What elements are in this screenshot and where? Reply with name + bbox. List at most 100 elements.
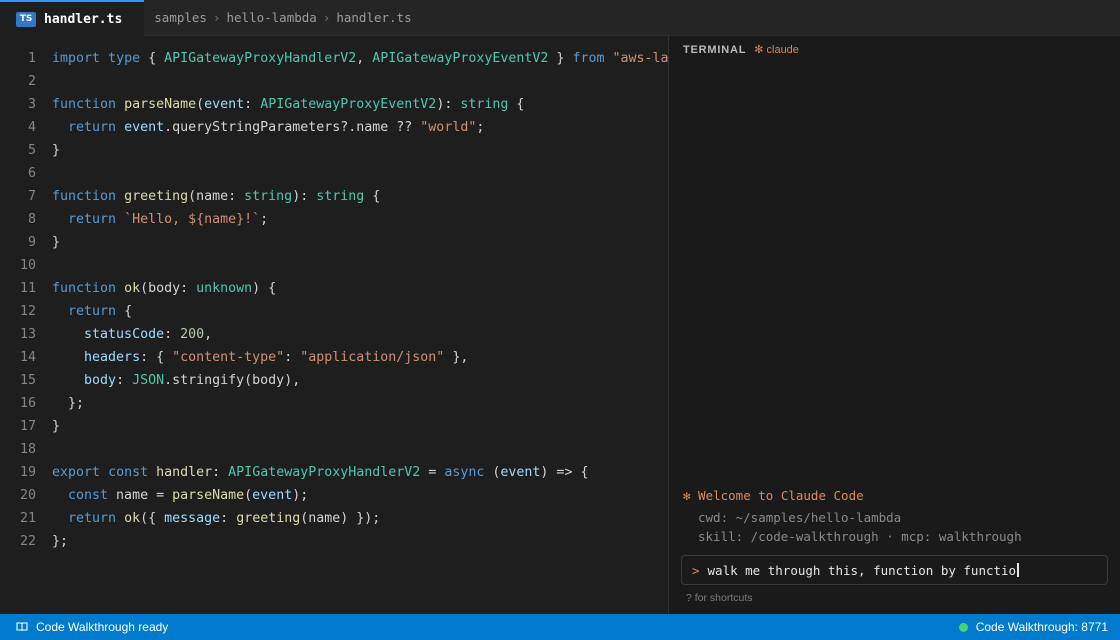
line-number: 13: [19, 327, 36, 342]
code-token: string: [316, 189, 365, 204]
code-token: string: [460, 97, 509, 112]
code-text: body: JSON.stringify(body),: [52, 373, 300, 388]
code-token: JSON: [132, 373, 165, 388]
welcome-message: ✻ Welcome to Claude Code: [683, 488, 864, 503]
code-line[interactable]: 9}: [0, 231, 60, 254]
code-line[interactable]: 11 function ok(body: unknown) {: [0, 277, 276, 300]
code-token: {: [140, 51, 165, 66]
code-token: (: [484, 465, 501, 480]
terminal-panel[interactable]: TERMINAL ✻ claude ✻ Welcome to Claude Co…: [669, 36, 1120, 614]
line-number: 6: [27, 166, 36, 181]
tab-handler-ts[interactable]: TS handler.ts: [0, 0, 145, 36]
prompt-input[interactable]: > walk me through this, function by func…: [681, 555, 1108, 585]
status-left[interactable]: Code Walkthrough ready: [16, 620, 168, 634]
chevron-right-icon: ›: [322, 10, 331, 25]
code-token: ;: [476, 120, 485, 135]
code-token: ):: [436, 97, 461, 112]
code-token: ) {: [252, 281, 277, 296]
code-token: name =: [108, 488, 173, 503]
terminal-session-tag[interactable]: ✻ claude: [754, 43, 799, 56]
line-number: 10: [19, 258, 36, 273]
code-token: function: [52, 97, 117, 112]
code-token: ok: [124, 281, 141, 296]
status-dot-icon: [958, 622, 968, 632]
code-token: ({: [140, 511, 165, 526]
code-text: return event.queryStringParameters?.name…: [52, 120, 484, 135]
line-number: 17: [19, 419, 36, 434]
code-line[interactable]: 16 };: [0, 392, 84, 415]
line-number: 16: [19, 396, 36, 411]
breadcrumb-item[interactable]: handler.ts: [336, 10, 411, 25]
code-token: parseName: [124, 97, 197, 112]
code-line[interactable]: 3 function parseName(event: APIGatewayPro…: [0, 93, 524, 116]
code-editor[interactable]: 1 import type { APIGatewayProxyHandlerV2,…: [0, 36, 668, 614]
code-token: .stringify(body),: [164, 373, 301, 388]
status-right-label: Code Walkthrough: 8771: [975, 620, 1108, 634]
terminal-title[interactable]: TERMINAL: [683, 44, 746, 56]
code-token: event: [204, 97, 245, 112]
breadcrumb-item[interactable]: hello-lambda: [227, 10, 317, 25]
code-line[interactable]: 1 import type { APIGatewayProxyHandlerV2,…: [0, 47, 668, 70]
code-token: "application/json": [300, 350, 445, 365]
code-line[interactable]: 12 return {: [0, 300, 132, 323]
skill-info: skill: /code-walkthrough · mcp: walkthro…: [698, 529, 1022, 544]
code-token: {: [364, 189, 381, 204]
code-token: async: [444, 465, 485, 480]
code-token: APIGatewayProxyEventV2: [260, 97, 437, 112]
code-token: APIGatewayProxyHandlerV2: [228, 465, 421, 480]
code-line[interactable]: 22};: [0, 530, 68, 553]
code-token: handler: [156, 465, 213, 480]
code-token: greeting: [124, 189, 189, 204]
code-token: body: [84, 373, 117, 388]
code-text: function ok(body: unknown) {: [52, 281, 276, 296]
code-line[interactable]: 20 const name = parseName(event);: [0, 484, 308, 507]
code-token: =: [420, 465, 445, 480]
code-token: parseName: [172, 488, 245, 503]
code-line[interactable]: 15 body: JSON.stringify(body),: [0, 369, 300, 392]
code-text: return `Hello, ${name}!`;: [52, 212, 268, 227]
status-right[interactable]: Code Walkthrough: 8771: [958, 620, 1108, 634]
code-token: .queryStringParameters?.name ??: [164, 120, 421, 135]
code-token: type: [108, 51, 141, 66]
code-token: };: [52, 534, 69, 549]
code-line[interactable]: 19 export const handler: APIGatewayProxyH…: [0, 461, 588, 484]
code-token: "world": [420, 120, 477, 135]
code-line[interactable]: 6: [0, 162, 52, 185]
text-cursor: [1017, 563, 1020, 577]
line-number: 1: [27, 51, 36, 66]
code-token: 200: [180, 327, 205, 342]
code-token: ) => {: [540, 465, 589, 480]
code-line[interactable]: 17}: [0, 415, 60, 438]
code-line[interactable]: 7 function greeting(name: string): string…: [0, 185, 380, 208]
code-line[interactable]: 10: [0, 254, 52, 277]
code-token: from: [572, 51, 605, 66]
code-line[interactable]: 21 return ok({ message: greeting(name) }…: [0, 507, 380, 530]
code-token: const: [108, 465, 149, 480]
line-number: 19: [19, 465, 36, 480]
code-line[interactable]: 5}: [0, 139, 60, 162]
code-token: message: [164, 511, 221, 526]
code-line[interactable]: 18: [0, 438, 52, 461]
line-number: 11: [19, 281, 36, 296]
code-line[interactable]: 13 statusCode: 200,: [0, 323, 212, 346]
line-number: 8: [27, 212, 36, 227]
code-line[interactable]: 14 headers: { "content-type": "applicati…: [0, 346, 468, 369]
code-token: import: [52, 51, 101, 66]
code-token: :: [164, 327, 181, 342]
breadcrumb-item[interactable]: samples: [154, 10, 207, 25]
code-line[interactable]: 8 return `Hello, ${name}!`;: [0, 208, 268, 231]
code-line[interactable]: 4 return event.queryStringParameters?.na…: [0, 116, 484, 139]
code-line[interactable]: 2: [0, 70, 52, 93]
code-token: );: [292, 488, 309, 503]
code-token: }: [52, 419, 61, 434]
code-token: "aws-lambda": [612, 51, 668, 66]
breadcrumb: samples › hello-lambda › handler.ts: [154, 0, 411, 35]
